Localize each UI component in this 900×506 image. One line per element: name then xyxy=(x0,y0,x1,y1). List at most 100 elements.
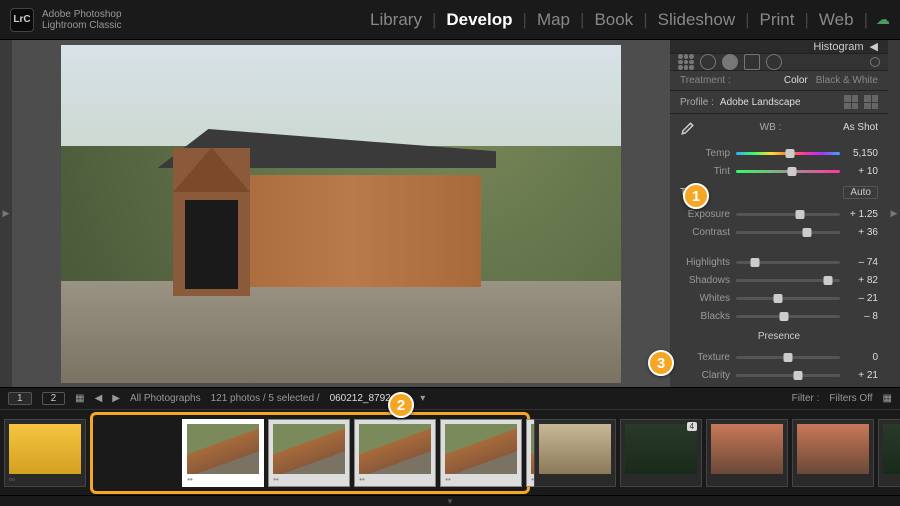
app-header: LrC Adobe Photoshop Lightroom Classic Li… xyxy=(0,0,900,40)
filmstrip-thumb[interactable] xyxy=(534,419,616,487)
filmstrip-thumb[interactable] xyxy=(706,419,788,487)
right-panel-toggle[interactable]: ▶ xyxy=(888,40,900,387)
view-mode-1[interactable]: 1 xyxy=(8,392,32,405)
filmstrip-thumb[interactable] xyxy=(792,419,874,487)
exposure-value[interactable]: + 1.25 xyxy=(846,209,878,220)
auto-button[interactable]: Auto xyxy=(843,186,878,199)
module-slideshow[interactable]: Slideshow xyxy=(648,10,746,30)
filmstrip-thumb[interactable]: ▫▫ xyxy=(4,419,86,487)
annotation-callout-2: 2 xyxy=(388,392,414,418)
tool-strip xyxy=(670,53,888,71)
treatment-label: Treatment : xyxy=(680,75,731,86)
filmstrip-thumb[interactable]: •• xyxy=(182,419,264,487)
filmstrip-thumb[interactable]: •• xyxy=(354,419,436,487)
histogram-label: Histogram xyxy=(813,41,863,53)
histogram-header[interactable]: Histogram ◀ xyxy=(670,40,888,53)
contrast-slider[interactable] xyxy=(736,231,840,234)
nav-forward-icon[interactable]: ▶ xyxy=(112,393,120,404)
filter-label: Filter : xyxy=(792,393,820,404)
module-print[interactable]: Print xyxy=(750,10,805,30)
whites-label: Whites xyxy=(680,293,730,304)
filter-dropdown[interactable]: Filters Off xyxy=(829,393,872,404)
shadows-value[interactable]: + 82 xyxy=(846,275,878,286)
module-web[interactable]: Web xyxy=(809,10,864,30)
whites-slider[interactable] xyxy=(736,297,840,300)
blacks-label: Blacks xyxy=(680,311,730,322)
mask-tool-icon[interactable] xyxy=(744,54,760,70)
radial-tool-icon[interactable] xyxy=(766,54,782,70)
brand-line2: Lightroom Classic xyxy=(42,20,122,31)
module-library[interactable]: Library xyxy=(360,10,432,30)
view-mode-2[interactable]: 2 xyxy=(42,392,66,405)
highlights-value[interactable]: – 74 xyxy=(846,257,878,268)
spot-tool-icon[interactable] xyxy=(700,54,716,70)
presence-title: Presence xyxy=(758,331,800,342)
brand-line1: Adobe Photoshop xyxy=(42,9,122,20)
filmstrip-thumb[interactable]: •• xyxy=(268,419,350,487)
contrast-label: Contrast xyxy=(680,227,730,238)
shadows-label: Shadows xyxy=(680,275,730,286)
treatment-color[interactable]: Color xyxy=(784,75,808,86)
temp-label: Temp xyxy=(680,148,730,159)
filmstrip-toggle[interactable]: ▼ xyxy=(0,495,900,506)
tint-label: Tint xyxy=(680,166,730,177)
wb-value[interactable]: As Shot xyxy=(843,122,878,133)
profile-label: Profile : xyxy=(680,97,714,108)
cloud-sync-icon[interactable]: ☁ xyxy=(876,11,890,28)
tint-slider-row: Tint + 10 xyxy=(680,162,878,180)
dropdown-icon[interactable]: ▾ xyxy=(420,393,425,404)
filmstrip[interactable]: ▫▫ •• •• •• •• •• 4 xyxy=(0,409,900,495)
treatment-bw[interactable]: Black & White xyxy=(816,75,878,86)
grid-view-icon[interactable]: ▦ xyxy=(75,393,84,404)
redeye-tool-icon[interactable] xyxy=(722,54,738,70)
highlights-label: Highlights xyxy=(680,257,730,268)
brush-tool-icon[interactable] xyxy=(870,57,880,67)
main-photo xyxy=(61,45,621,383)
annotation-callout-3: 3 xyxy=(648,350,674,376)
texture-value[interactable]: 0 xyxy=(846,352,878,363)
app-logo: LrC xyxy=(10,8,34,32)
chevron-left-icon: ◀ xyxy=(870,40,878,53)
module-develop[interactable]: Develop xyxy=(436,10,522,30)
blacks-slider[interactable] xyxy=(736,315,840,318)
presence-section-header: Presence xyxy=(670,329,888,344)
clarity-slider[interactable] xyxy=(736,374,840,377)
temp-slider[interactable] xyxy=(736,152,840,155)
filmstrip-thumb[interactable] xyxy=(878,419,900,487)
module-picker: Library| Develop| Map| Book| Slideshow| … xyxy=(360,10,890,30)
texture-slider[interactable] xyxy=(736,356,840,359)
module-book[interactable]: Book xyxy=(584,10,643,30)
temp-value[interactable]: 5,150 xyxy=(846,148,878,159)
filmstrip-thumb[interactable]: 4 xyxy=(620,419,702,487)
profile-browser-icon[interactable] xyxy=(844,95,858,109)
filter-lock-icon[interactable]: ▦ xyxy=(883,393,892,404)
whites-value[interactable]: – 21 xyxy=(846,293,878,304)
blacks-value[interactable]: – 8 xyxy=(846,311,878,322)
photo-count: 121 photos / 5 selected / xyxy=(211,393,320,404)
profile-row[interactable]: Profile : Adobe Landscape xyxy=(670,91,888,114)
left-panel-toggle[interactable]: ▶ xyxy=(0,40,12,387)
wb-label: WB : xyxy=(704,122,837,133)
crop-tool-icon[interactable] xyxy=(678,54,694,70)
exposure-slider[interactable] xyxy=(736,213,840,216)
tint-slider[interactable] xyxy=(736,170,840,173)
clarity-value[interactable]: + 21 xyxy=(846,370,878,381)
annotation-callout-1: 1 xyxy=(683,183,709,209)
highlights-slider[interactable] xyxy=(736,261,840,264)
nav-back-icon[interactable]: ◀ xyxy=(95,393,103,404)
profile-grid-icon[interactable] xyxy=(864,95,878,109)
texture-label: Texture xyxy=(680,352,730,363)
filmstrip-thumb[interactable]: •• xyxy=(440,419,522,487)
eyedropper-icon[interactable] xyxy=(680,118,698,136)
contrast-value[interactable]: + 36 xyxy=(846,227,878,238)
treatment-row: Treatment : Color Black & White xyxy=(670,71,888,91)
module-map[interactable]: Map xyxy=(527,10,580,30)
temp-slider-row: Temp 5,150 xyxy=(680,144,878,162)
collection-name[interactable]: All Photographs xyxy=(130,393,201,404)
secondary-toolbar: 1 2 ▦ ◀ ▶ All Photographs 121 photos / 5… xyxy=(0,387,900,409)
chevron-right-icon: ▶ xyxy=(3,208,10,219)
image-canvas[interactable] xyxy=(12,40,670,387)
chevron-down-icon: ▼ xyxy=(446,497,454,506)
shadows-slider[interactable] xyxy=(736,279,840,282)
tint-value[interactable]: + 10 xyxy=(846,166,878,177)
